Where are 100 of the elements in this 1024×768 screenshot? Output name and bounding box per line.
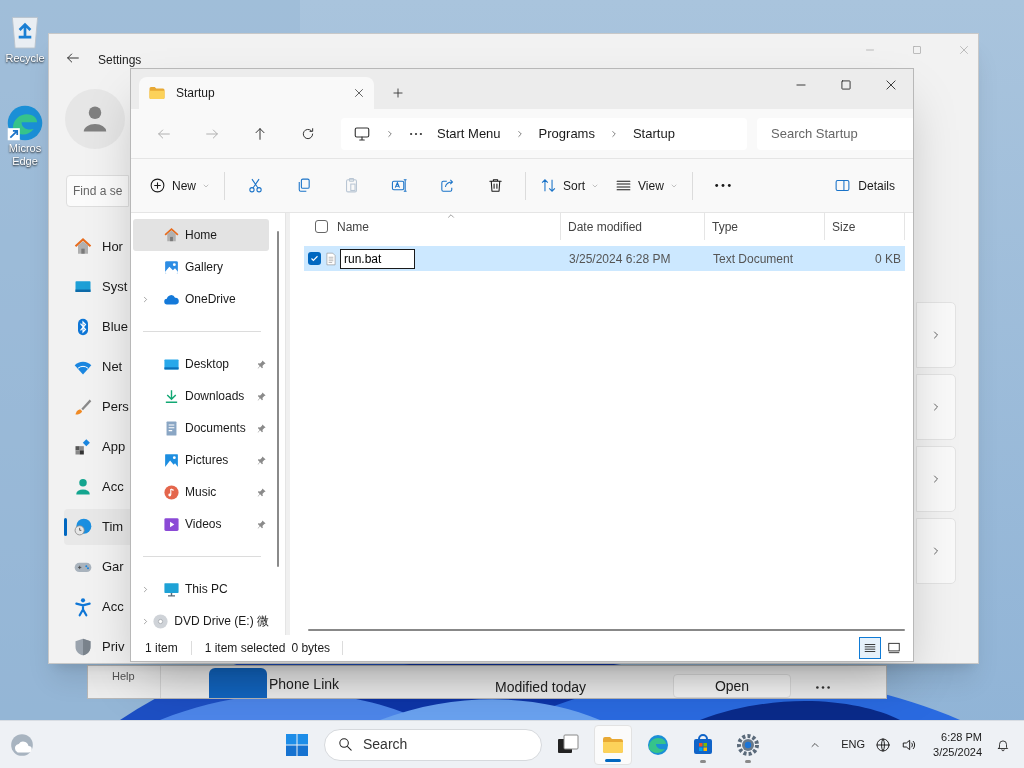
view-button[interactable]: View xyxy=(607,169,686,202)
column-header[interactable]: Date modified xyxy=(568,217,643,236)
windows-logo-icon xyxy=(285,732,309,757)
nav-item[interactable]: Pers xyxy=(64,389,134,425)
sidebar-item[interactable]: This PC xyxy=(133,573,269,605)
sidebar-item[interactable]: OneDrive xyxy=(133,283,269,315)
house-icon xyxy=(163,226,180,244)
shield-icon xyxy=(73,637,93,657)
bell-icon[interactable] xyxy=(996,737,1010,752)
edge-icon xyxy=(646,732,670,757)
new-button[interactable]: New xyxy=(141,169,218,202)
column-header[interactable]: Size xyxy=(832,217,856,236)
item-count: 1 item xyxy=(145,640,178,657)
sidebar-item[interactable]: Desktop xyxy=(133,348,269,380)
search-field[interactable]: Search Startup xyxy=(757,117,913,150)
nav-item[interactable]: Net xyxy=(64,349,134,385)
details-button[interactable]: Details xyxy=(826,169,903,202)
language-indicator[interactable]: ENG xyxy=(841,736,866,753)
modified-date: Modified today xyxy=(495,678,588,697)
close-icon[interactable] xyxy=(353,87,365,99)
video-icon xyxy=(163,515,180,533)
close-icon xyxy=(884,78,898,92)
apps-icon xyxy=(73,437,93,457)
file-explorer-button[interactable] xyxy=(594,724,632,765)
disc-icon xyxy=(152,612,170,630)
picture-icon xyxy=(163,451,180,469)
music-icon xyxy=(163,483,180,501)
pin-icon xyxy=(256,391,267,402)
pin-icon xyxy=(256,519,267,530)
chevron-right-icon xyxy=(141,294,150,304)
weather-icon[interactable] xyxy=(9,731,35,758)
settings-icon xyxy=(736,732,760,757)
rename-icon xyxy=(390,177,408,194)
download-icon xyxy=(163,387,180,405)
sidebar-item[interactable]: DVD Drive (E:) 微 xyxy=(133,605,269,637)
nav-item[interactable]: Hor xyxy=(64,229,134,265)
maximize-icon xyxy=(839,78,853,92)
network-icon[interactable] xyxy=(875,736,892,753)
plus-circle-icon xyxy=(149,177,166,194)
sidebar-item[interactable]: Music xyxy=(133,476,269,508)
open-button[interactable]: Open xyxy=(673,674,791,698)
search-box[interactable]: Search xyxy=(324,728,542,761)
rename-field[interactable]: run.bat xyxy=(340,248,415,269)
details-view-button[interactable] xyxy=(859,637,881,659)
person-icon xyxy=(73,477,93,497)
more-icon[interactable] xyxy=(815,685,831,690)
sidebar-item[interactable]: Documents xyxy=(133,412,269,444)
column-header[interactable]: Type xyxy=(712,217,738,236)
preview-icon xyxy=(887,641,901,655)
close-icon xyxy=(958,44,970,56)
app-icon xyxy=(209,668,267,698)
sidebar-item[interactable]: Pictures xyxy=(133,444,269,476)
pin-icon xyxy=(256,359,267,370)
back-icon[interactable] xyxy=(65,50,81,66)
checkmark-icon xyxy=(310,254,319,263)
column-header[interactable]: Name xyxy=(337,217,369,236)
more-icon xyxy=(409,131,423,136)
clock-date[interactable]: 3/25/2024 xyxy=(933,744,982,760)
trash-icon xyxy=(486,177,504,194)
sort-button[interactable]: Sort xyxy=(532,169,608,202)
selection-status: 1 item selected xyxy=(204,640,286,657)
nav-item[interactable]: Acc xyxy=(64,589,134,625)
search-field[interactable]: Find a se xyxy=(66,175,129,207)
chevron-right-icon xyxy=(385,128,395,139)
clock-time[interactable]: 6:28 PM xyxy=(941,729,982,745)
plus-icon xyxy=(391,86,405,100)
table-cell: 3/25/2024 6:28 PM xyxy=(569,251,671,266)
sidebar-item[interactable]: Gallery xyxy=(133,251,269,283)
scissors-icon xyxy=(246,177,264,194)
file-row[interactable]: run.bat 3/25/2024 6:28 PM Text Document 0 KB xyxy=(304,246,905,271)
sidebar-item[interactable]: Home xyxy=(133,219,269,251)
help-link[interactable]: Help xyxy=(88,666,160,685)
tab[interactable]: Startup xyxy=(139,77,374,109)
sort-caret-icon xyxy=(446,211,456,221)
nav-item[interactable]: App xyxy=(64,429,134,465)
chevron-right-icon xyxy=(141,584,150,594)
nav-item[interactable]: Acc xyxy=(64,469,134,505)
file-icon xyxy=(324,250,338,267)
store-icon xyxy=(691,732,715,757)
panel-icon xyxy=(834,177,852,194)
table-cell-text: 0 KB xyxy=(875,250,901,268)
more-icon xyxy=(713,183,732,188)
maximize-icon xyxy=(911,44,923,56)
globe-clock-icon xyxy=(73,517,93,537)
monitor-icon xyxy=(353,124,371,143)
list-icon xyxy=(863,641,877,655)
sidebar-item[interactable]: Videos xyxy=(133,508,269,540)
sidebar-item[interactable]: Downloads xyxy=(133,380,269,412)
breadcrumb-item[interactable]: Programs xyxy=(538,123,595,144)
pin-icon xyxy=(256,455,267,466)
folder-icon xyxy=(148,84,166,102)
address-bar[interactable]: Start Menu Programs Startup xyxy=(341,117,747,150)
select-all-checkbox[interactable] xyxy=(315,220,328,233)
accessibility-icon xyxy=(73,597,93,617)
breadcrumb-item[interactable]: Start Menu xyxy=(437,123,501,144)
checkbox[interactable] xyxy=(308,252,321,265)
sort-icon xyxy=(540,177,557,194)
gallery-icon xyxy=(163,258,180,276)
share-icon xyxy=(438,177,456,194)
breadcrumb-item[interactable]: Startup xyxy=(632,123,675,144)
